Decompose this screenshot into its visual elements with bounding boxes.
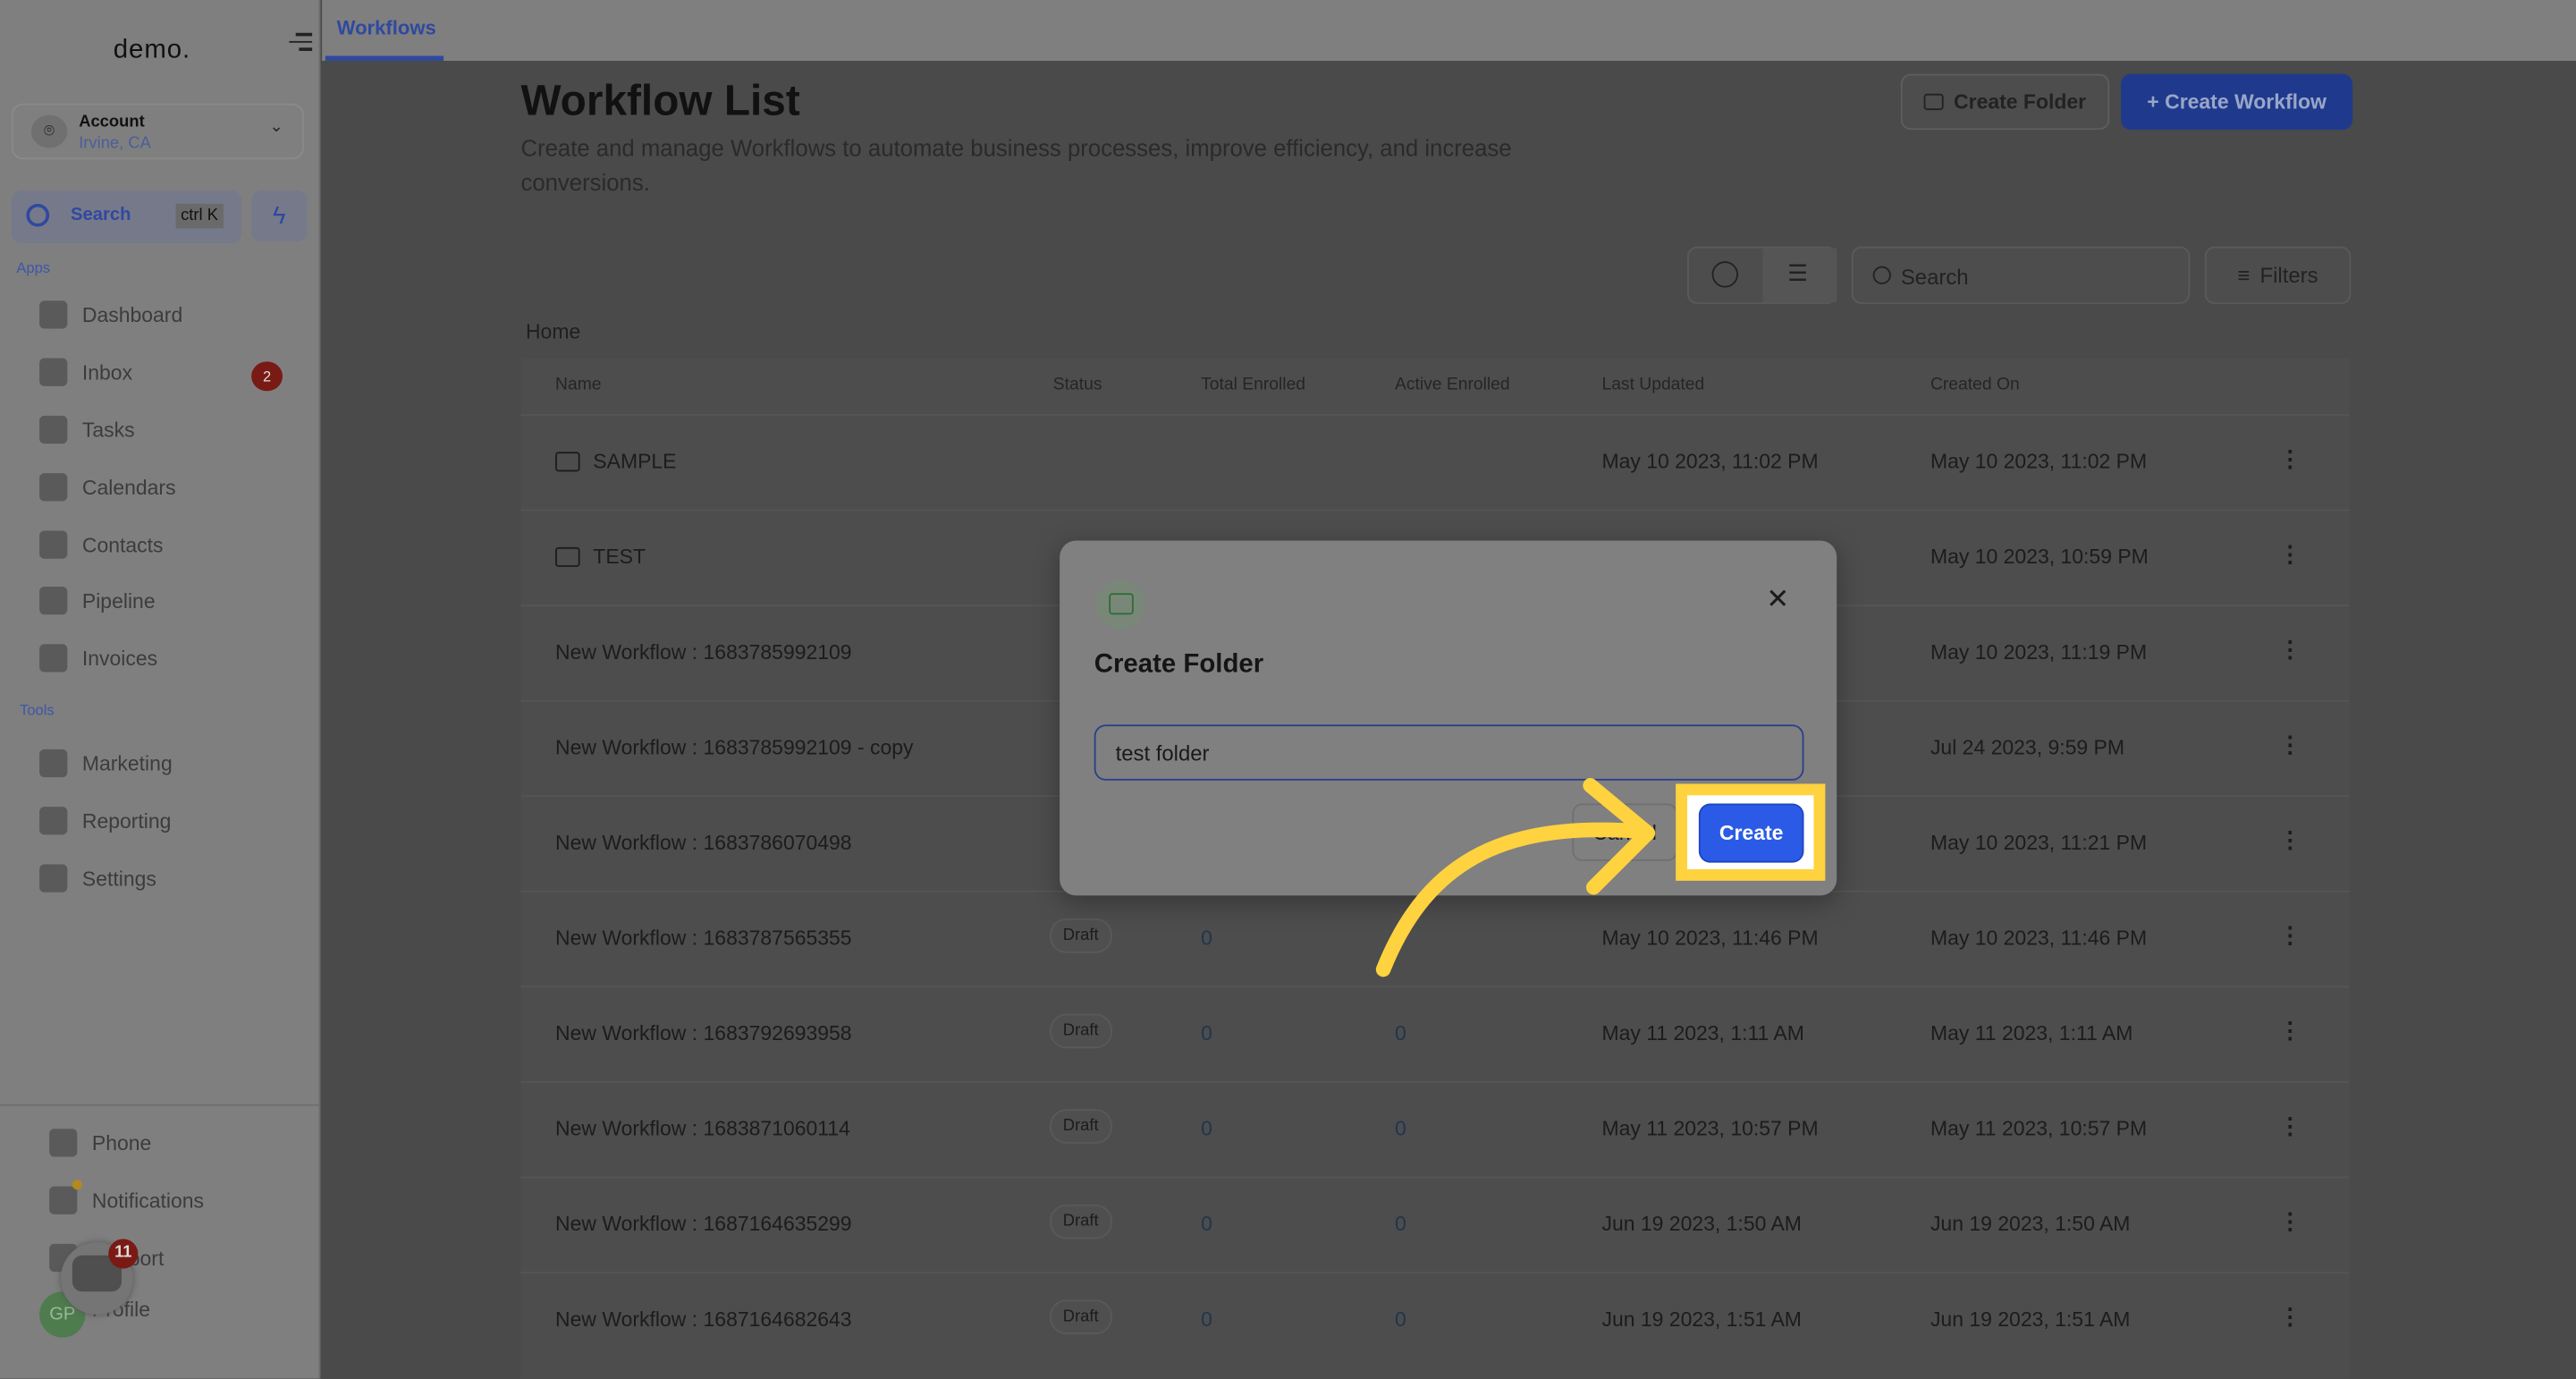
tutorial-arrow xyxy=(1375,778,1656,977)
